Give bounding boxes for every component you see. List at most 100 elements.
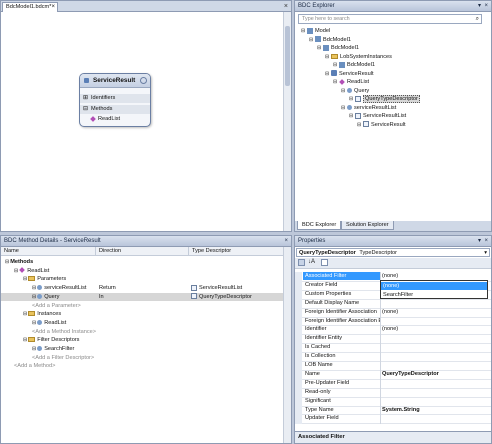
tree-node[interactable]: ⊟ BdcModel1 <box>317 44 359 52</box>
name-cell[interactable]: ⊟ Parameters <box>23 275 66 283</box>
property-value[interactable]: System.String <box>382 406 420 414</box>
pin-icon[interactable]: ▾ <box>478 236 481 247</box>
column-header-direction[interactable]: Direction <box>96 247 189 256</box>
expand-toggle-icon[interactable]: ⊟ <box>14 268 18 274</box>
property-name[interactable]: Creator Field <box>303 281 381 289</box>
object-selector[interactable]: QueryTypeDescriptor TypeDescriptor ▾ <box>296 248 490 257</box>
value-dropdown[interactable]: (none) SearchFilter <box>380 280 488 299</box>
name-cell[interactable]: ⊟Methods <box>5 258 33 266</box>
property-pages-icon[interactable] <box>321 259 328 266</box>
name-cell[interactable]: ⊟ serviceResultList <box>32 284 86 292</box>
name-cell[interactable]: ⊟ SearchFilter <box>32 345 74 353</box>
property-name[interactable]: Associated Filter <box>303 272 381 280</box>
name-cell[interactable]: ⊟ ReadList <box>32 319 66 327</box>
direction-cell[interactable]: In <box>99 293 104 301</box>
property-name[interactable]: LOB Name <box>303 361 381 369</box>
tree-node[interactable]: ⊟ ServiceResultList <box>349 112 406 120</box>
name-cell[interactable]: ⊟ Query <box>32 293 59 301</box>
name-cell[interactable]: <Add a Filter Descriptor> <box>32 354 94 362</box>
table-row[interactable] <box>1 258 285 266</box>
expand-toggle-icon[interactable]: ⊟ <box>23 337 27 343</box>
expand-toggle-icon[interactable]: ⊟ <box>32 346 36 352</box>
property-name[interactable]: Type Name <box>303 406 381 414</box>
name-cell[interactable]: <Add a Method Instance> <box>32 328 96 336</box>
expand-toggle-icon[interactable]: ⊟ <box>32 285 36 291</box>
collapse-section-icon[interactable]: ⊟ <box>83 105 88 114</box>
details-vscroll[interactable] <box>283 247 291 443</box>
tab-bdc-explorer[interactable]: BDC Explorer <box>297 221 342 230</box>
direction-cell[interactable]: Return <box>99 284 116 292</box>
tree-node[interactable]: ⊟ LobSystemInstances <box>325 53 392 61</box>
property-value[interactable]: QueryTypeDescriptor <box>382 370 439 378</box>
name-cell[interactable]: <Add a Method> <box>14 362 55 370</box>
tree-node[interactable]: ⊟ QueryTypeDescriptor <box>349 95 420 103</box>
property-name[interactable]: Custom Properties <box>303 290 381 298</box>
property-name[interactable]: Pre-Updater Field <box>303 379 381 387</box>
property-name[interactable]: Updater Field <box>303 414 381 422</box>
methods-section[interactable]: ⊟ Methods <box>80 105 150 114</box>
tree-node[interactable]: ⊟ ServiceResult <box>357 121 406 129</box>
expand-toggle-icon[interactable]: ⊟ <box>23 311 27 317</box>
close-icon[interactable]: × <box>51 3 55 12</box>
param-icon <box>37 319 43 325</box>
designer-vscroll[interactable] <box>283 12 291 231</box>
type-descriptor-label: ServiceResultList <box>199 285 243 292</box>
dropdown-option[interactable]: (none) <box>381 282 487 290</box>
name-cell[interactable]: <Add a Parameter> <box>32 302 81 310</box>
expand-toggle-icon[interactable]: ⊟ <box>32 294 36 300</box>
expand-toggle-icon[interactable]: ⊟ <box>5 259 9 265</box>
property-name[interactable]: Foreign Identifier Association E <box>303 317 381 325</box>
close-icon[interactable]: × <box>284 236 288 247</box>
column-header-name[interactable]: Name <box>1 247 96 256</box>
name-cell[interactable]: ⊟ ReadList <box>14 267 49 275</box>
property-value[interactable]: (none) <box>382 272 398 280</box>
expand-toggle-icon[interactable]: ⊟ <box>333 78 339 86</box>
entity-shape[interactable]: ServiceResult ⊞ Identifiers ⊟ Methods Re… <box>79 73 151 127</box>
pin-icon[interactable]: ▾ <box>478 1 481 12</box>
categorized-icon[interactable] <box>298 259 305 266</box>
tab-solution-explorer[interactable]: Solution Explorer <box>341 221 394 230</box>
name-cell[interactable]: ⊟ Instances <box>23 310 61 318</box>
expand-icon[interactable]: ⊞ <box>83 94 88 103</box>
method-item[interactable]: ReadList <box>80 115 150 124</box>
designer-tab[interactable]: BdcModel1.bdcm* × <box>2 2 58 12</box>
tree-node[interactable]: ⊟ BdcModel1 <box>309 36 351 44</box>
name-cell[interactable]: ⊟ Filter Descriptors <box>23 336 79 344</box>
tree-node[interactable]: ⊟ Query <box>341 87 369 95</box>
property-name[interactable]: Read-only <box>303 388 381 396</box>
close-icon[interactable]: × <box>484 236 488 247</box>
typedescriptor-icon <box>363 121 369 128</box>
property-value[interactable]: (none) <box>382 325 398 333</box>
type-descriptor-cell[interactable]: QueryTypeDescriptor <box>191 293 252 301</box>
dropdown-option[interactable]: SearchFilter <box>381 291 487 299</box>
expand-toggle-icon[interactable]: ⊟ <box>32 320 36 326</box>
collapse-icon[interactable] <box>140 77 147 84</box>
tree-node[interactable]: ⊟ BdcModel1 <box>333 61 375 69</box>
property-name[interactable]: Identifier Entity <box>303 334 381 342</box>
tree-node[interactable]: ⊟ ServiceResult <box>325 70 374 78</box>
column-header-type-descriptor[interactable]: Type Descriptor <box>189 247 284 256</box>
explorer-search[interactable]: Type here to search ⌕ <box>298 14 482 24</box>
folder-icon <box>331 53 338 59</box>
close-icon[interactable]: × <box>484 1 488 12</box>
tree-node[interactable]: ⊟ Model <box>301 27 330 35</box>
type-descriptor-cell[interactable]: ServiceResultList <box>191 284 242 292</box>
tree-node[interactable]: ⊟ ReadList <box>333 78 369 86</box>
property-name[interactable]: Is Cached <box>303 343 381 351</box>
property-name[interactable]: Default Display Name <box>303 299 381 307</box>
property-name[interactable]: Significant <box>303 397 381 405</box>
identifiers-section[interactable]: ⊞ Identifiers <box>80 94 150 103</box>
property-name[interactable]: Name <box>303 370 381 378</box>
search-icon[interactable]: ⌕ <box>476 15 479 24</box>
property-value[interactable]: (none) <box>382 308 398 316</box>
scroll-thumb[interactable] <box>285 26 290 86</box>
property-name[interactable]: Identifier <box>303 325 381 333</box>
tree-node[interactable]: ⊟ serviceResultList <box>341 104 396 112</box>
alphabetical-icon[interactable]: ↓A <box>308 258 315 267</box>
property-name[interactable]: Foreign Identifier Association <box>303 308 381 316</box>
typedescriptor-icon <box>191 284 197 291</box>
expand-toggle-icon[interactable]: ⊟ <box>23 276 27 282</box>
chevron-down-icon[interactable]: ▾ <box>484 249 487 257</box>
tab-close-icon[interactable]: × <box>284 2 288 11</box>
property-name[interactable]: Is Collection <box>303 352 381 360</box>
